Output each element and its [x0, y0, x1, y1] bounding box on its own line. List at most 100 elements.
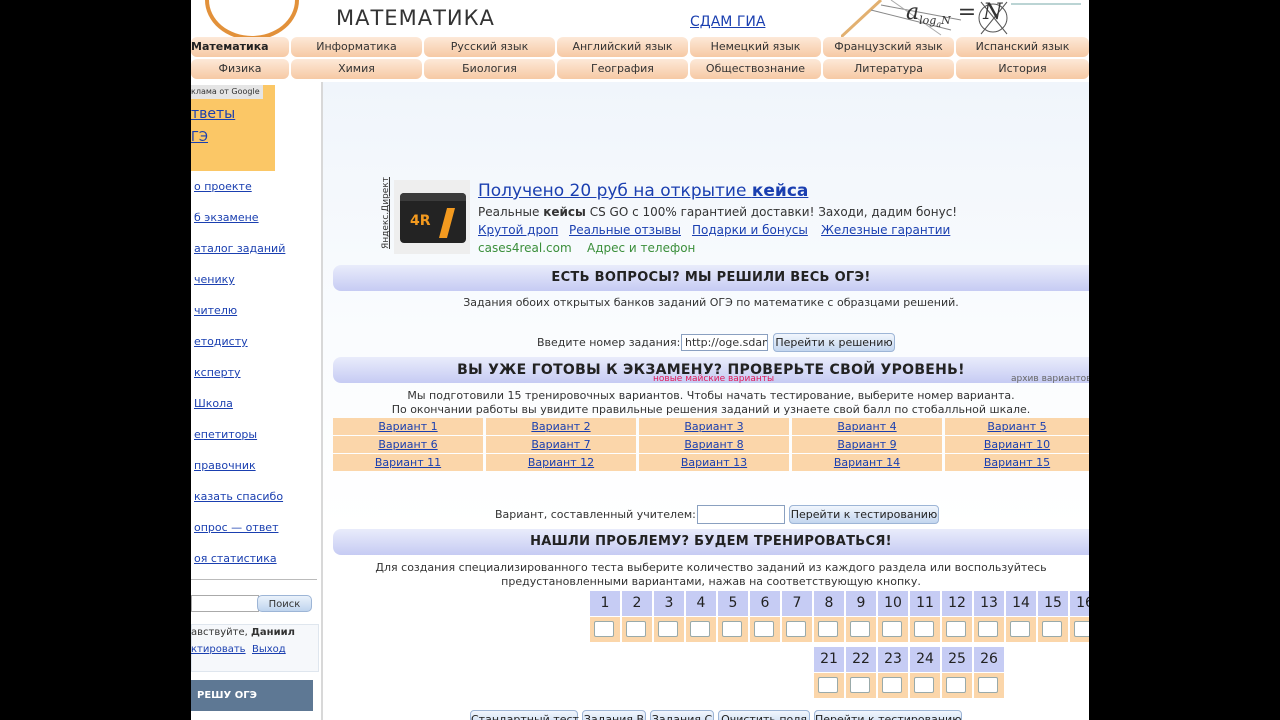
variant-link-4[interactable]: Вариант 4: [792, 418, 942, 435]
task-count-input[interactable]: [1010, 621, 1030, 637]
task-count-input[interactable]: [594, 621, 614, 637]
sidebar-link-catalog[interactable]: аталог заданий: [194, 242, 285, 255]
nav-item-informatics[interactable]: Информатика: [291, 37, 422, 57]
standard-test-button[interactable]: Стандартный тест: [470, 710, 579, 720]
archive-variants-link[interactable]: архив вариантов: [1011, 374, 1089, 384]
start-testing-button[interactable]: Перейти к тестированию: [814, 710, 962, 720]
task-count-input[interactable]: [626, 621, 646, 637]
section-solutions-desc: Задания обоих открытых банков заданий ОГ…: [463, 296, 959, 309]
nav-item-french[interactable]: Французский язык: [823, 37, 954, 57]
nav-item-chemistry[interactable]: Химия: [291, 59, 422, 79]
sidebar-link-exam[interactable]: б экзамене: [194, 211, 259, 224]
task-number-label: 5: [718, 591, 748, 616]
user-greeting: авствуйте, Даниил: [191, 627, 295, 638]
task-count-input[interactable]: [818, 621, 838, 637]
teacher-variant-input[interactable]: [697, 505, 785, 524]
nav-item-geography[interactable]: География: [557, 59, 688, 79]
sidebar-link-student[interactable]: ченику: [194, 273, 235, 286]
site-logo[interactable]: [205, 0, 299, 40]
nav-item-russian[interactable]: Русский язык: [424, 37, 555, 57]
variant-link-8[interactable]: Вариант 8: [639, 436, 789, 453]
sidebar-link-reference[interactable]: правочник: [194, 459, 256, 472]
variant-link-13[interactable]: Вариант 13: [639, 454, 789, 471]
variant-link-10[interactable]: Вариант 10: [945, 436, 1089, 453]
yandex-direct-label[interactable]: Яндекс.Директ: [376, 177, 391, 250]
case-logo-text: 4R: [410, 213, 431, 229]
task-count-input[interactable]: [978, 677, 998, 693]
user-logout-link[interactable]: Выход: [252, 644, 286, 655]
task-number-input[interactable]: http://oge.sdam: [681, 334, 768, 351]
google-ad-link[interactable]: ГЭ: [191, 130, 208, 145]
variant-link-1[interactable]: Вариант 1: [333, 418, 483, 435]
sidebar-link-about[interactable]: о проекте: [194, 180, 252, 193]
task-count-input[interactable]: [722, 621, 742, 637]
sidebar-link-school[interactable]: Школа: [194, 397, 233, 410]
variant-link-5[interactable]: Вариант 5: [945, 418, 1089, 435]
direct-ad-sublink[interactable]: Реальные отзывы: [569, 223, 681, 237]
task-count-input[interactable]: [850, 677, 870, 693]
task-count-input[interactable]: [690, 621, 710, 637]
task-count-cell: [846, 673, 876, 698]
new-variants-link[interactable]: новые майские варианты: [653, 374, 774, 384]
nav-item-biology[interactable]: Биология: [424, 59, 555, 79]
user-edit-link[interactable]: ктировать: [191, 644, 246, 655]
task-count-input[interactable]: [882, 677, 902, 693]
sidebar-link-methodist[interactable]: етодисту: [194, 335, 248, 348]
nav-item-history[interactable]: История: [956, 59, 1089, 79]
direct-ad-title[interactable]: Получено 20 руб на открытие кейса: [478, 181, 808, 201]
direct-ad-sublink[interactable]: Подарки и бонусы: [692, 223, 808, 237]
task-count-input[interactable]: [850, 621, 870, 637]
sidebar-link-qa[interactable]: опрос — ответ: [194, 521, 278, 534]
clear-fields-button[interactable]: Очистить поля: [718, 710, 810, 720]
teacher-variant-go-button[interactable]: Перейти к тестированию: [789, 505, 939, 524]
variant-link-15[interactable]: Вариант 15: [945, 454, 1089, 471]
task-count-input[interactable]: [1074, 621, 1089, 637]
sidebar-link-thanks[interactable]: казать спасибо: [194, 490, 283, 503]
nav-item-social-studies[interactable]: Обществознание: [690, 59, 821, 79]
sdam-gia-link[interactable]: СДАМ ГИА: [690, 14, 765, 30]
task-number-label: 8: [814, 591, 844, 616]
nav-item-spanish[interactable]: Испанский язык: [956, 37, 1089, 57]
variant-link-14[interactable]: Вариант 14: [792, 454, 942, 471]
direct-ad-sublink[interactable]: Крутой дроп: [478, 223, 558, 237]
variant-link-9[interactable]: Вариант 9: [792, 436, 942, 453]
variant-link-6[interactable]: Вариант 6: [333, 436, 483, 453]
task-count-input[interactable]: [786, 621, 806, 637]
variant-link-11[interactable]: Вариант 11: [333, 454, 483, 471]
task-count-input[interactable]: [946, 621, 966, 637]
task-count-input[interactable]: [818, 677, 838, 693]
task-count-input[interactable]: [946, 677, 966, 693]
direct-ad-sublink[interactable]: Железные гарантии: [821, 223, 950, 237]
task-count-input[interactable]: [754, 621, 774, 637]
variant-link-7[interactable]: Вариант 7: [486, 436, 636, 453]
sidebar-link-tutors[interactable]: епетиторы: [194, 428, 257, 441]
reshu-oge-banner[interactable]: РЕШУ ОГЭ: [191, 680, 313, 711]
variant-link-12[interactable]: Вариант 12: [486, 454, 636, 471]
variant-link-2[interactable]: Вариант 2: [486, 418, 636, 435]
task-count-input[interactable]: [658, 621, 678, 637]
nav-item-math[interactable]: Математика: [191, 37, 289, 57]
sidebar-search-input[interactable]: [191, 595, 259, 612]
direct-ad-domain[interactable]: cases4real.com: [478, 241, 572, 255]
tasks-b-button[interactable]: Задания B: [582, 710, 646, 720]
section-variants-desc-1: Мы подготовили 15 тренировочных варианто…: [407, 389, 1015, 402]
direct-ad-address[interactable]: Адрес и телефон: [587, 241, 695, 255]
sidebar-link-teacher[interactable]: чителю: [194, 304, 237, 317]
google-ad-link[interactable]: тветы: [191, 106, 235, 122]
task-count-input[interactable]: [914, 677, 934, 693]
go-to-solution-button[interactable]: Перейти к решению: [773, 333, 895, 352]
task-count-input[interactable]: [1042, 621, 1062, 637]
task-count-input[interactable]: [914, 621, 934, 637]
nav-item-physics[interactable]: Физика: [191, 59, 289, 79]
sidebar-search-button[interactable]: Поиск: [257, 595, 312, 612]
task-number-label: 22: [846, 647, 876, 672]
sidebar-link-expert[interactable]: ксперту: [194, 366, 241, 379]
task-count-input[interactable]: [978, 621, 998, 637]
nav-item-english[interactable]: Английский язык: [557, 37, 688, 57]
tasks-c-button[interactable]: Задания C: [650, 710, 714, 720]
variant-link-3[interactable]: Вариант 3: [639, 418, 789, 435]
nav-item-literature[interactable]: Литература: [823, 59, 954, 79]
task-count-input[interactable]: [882, 621, 902, 637]
sidebar-link-statistics[interactable]: оя статистика: [194, 552, 277, 565]
nav-item-german[interactable]: Немецкий язык: [690, 37, 821, 57]
